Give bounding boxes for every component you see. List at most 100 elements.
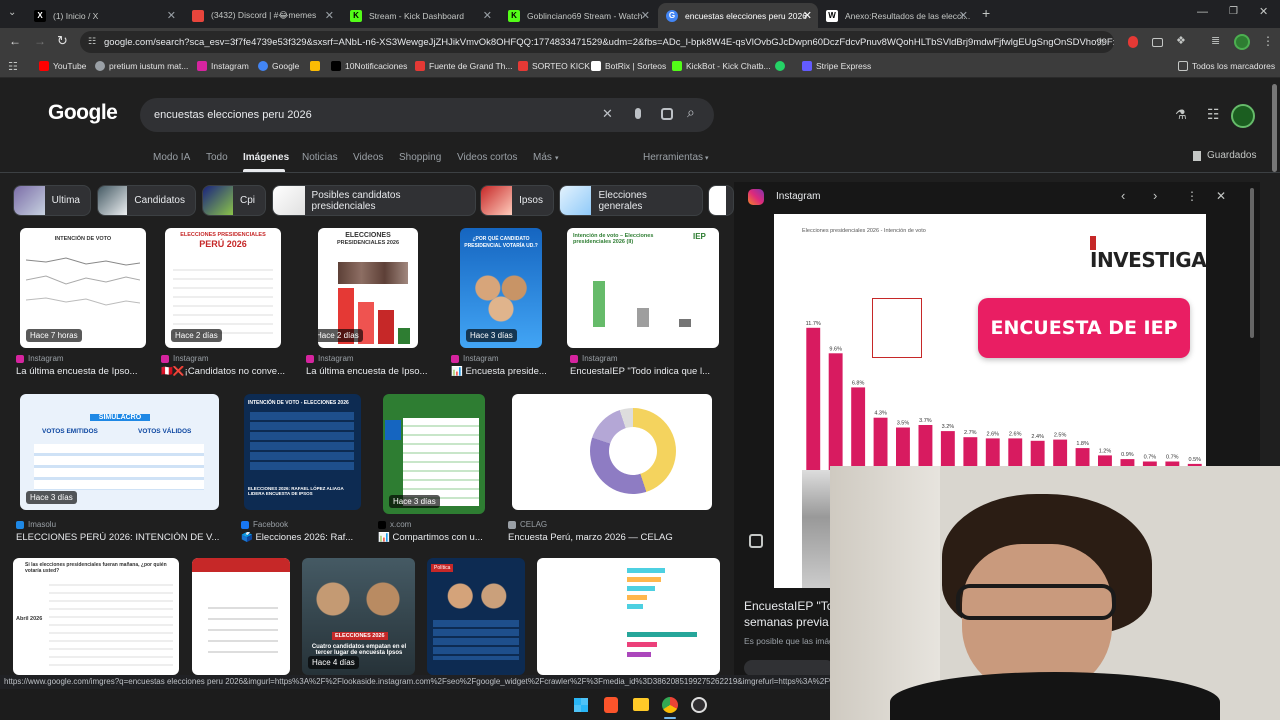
brave-browser-icon[interactable]	[604, 697, 618, 713]
media-controls-icon[interactable]: ≣	[1211, 34, 1220, 47]
result-card[interactable]: Política	[427, 558, 527, 675]
result-image[interactable]: INTENCIÓN DE VOTO - ELECCIONES 2026 ELEC…	[244, 394, 361, 510]
result-title[interactable]: ELECCIONES PERÚ 2026: INTENCIÓN DE V...	[16, 532, 230, 543]
close-icon[interactable]: ✕	[641, 9, 650, 22]
maximize-button[interactable]: ❐	[1229, 6, 1238, 17]
result-title[interactable]: Encuesta Perú, marzo 2026 — CELAG	[508, 532, 718, 543]
result-image[interactable]: INTENCIÓN DE VOTO Hace 7 horas	[20, 228, 146, 348]
close-icon[interactable]: ✕	[959, 9, 968, 22]
result-card[interactable]: ELECCIONES 2026 Cuatro candidatos empata…	[302, 558, 417, 675]
extension-record-icon[interactable]	[1128, 36, 1138, 48]
windows-start-icon[interactable]	[574, 698, 588, 712]
close-window-button[interactable]: ✕	[1259, 5, 1268, 18]
bookmark-youtube[interactable]: YouTube	[39, 61, 86, 71]
extension-icon[interactable]	[1152, 38, 1163, 47]
tab-imagenes[interactable]: Imágenes	[243, 152, 289, 163]
bookmark-notificaciones[interactable]: 10Notificaciones	[331, 61, 407, 71]
back-icon[interactable]: ←	[9, 34, 21, 48]
bookmark-instagram[interactable]: Instagram	[197, 61, 249, 71]
bookmark-app[interactable]	[310, 61, 324, 71]
result-image[interactable]: Intención de voto – Elecciones presidenc…	[567, 228, 719, 348]
address-bar[interactable]: ☷ google.com/search?sca_esv=3f7fe4739e53…	[80, 31, 1114, 53]
result-card[interactable]: SIMULACRO VOTOS EMITIDOS VOTOS VÁLIDOS H…	[13, 394, 233, 543]
panel-source[interactable]: Instagram	[776, 191, 820, 202]
result-card[interactable]: Hace 3 días x.com 📊 Compartimos con u...	[375, 394, 500, 543]
new-tab-button[interactable]: +	[982, 5, 990, 21]
bookmark-stripe[interactable]: Stripe Express	[802, 61, 871, 71]
close-panel-icon[interactable]: ✕	[1216, 189, 1226, 203]
page-scrollbar[interactable]	[1272, 84, 1277, 172]
chip-ultima[interactable]: Ultima	[13, 185, 91, 216]
tab-kick-stream[interactable]: K Goblinciano69 Stream - Watch ✕	[500, 3, 656, 28]
browser-menu-icon[interactable]: ⋮	[1262, 34, 1274, 48]
result-image[interactable]: ¿POR QUÉ CANDIDATO PRESIDENCIAL VOTARÍA …	[460, 228, 542, 348]
chip-candidatos[interactable]: Candidatos	[97, 185, 196, 216]
tab-search-dropdown-icon[interactable]: ⌄	[8, 7, 16, 18]
result-image[interactable]: SIMULACRO VOTOS EMITIDOS VOTOS VÁLIDOS H…	[20, 394, 219, 510]
bookmark-botrix[interactable]: BotRix | Sorteos	[591, 61, 666, 71]
site-info-icon[interactable]: ☷	[88, 36, 96, 47]
bookmark-sorteo-kick[interactable]: SORTEO KICK	[518, 61, 590, 71]
panel-caption[interactable]: EncuestaIEP "To	[744, 599, 833, 613]
result-card[interactable]	[192, 558, 292, 675]
result-card[interactable]: Intención de voto – Elecciones presidenc…	[567, 228, 719, 377]
all-bookmarks[interactable]: Todos los marcadores	[1178, 61, 1275, 71]
obs-icon[interactable]	[691, 697, 707, 713]
result-card[interactable]: INTENCIÓN DE VOTO - ELECCIONES 2026 ELEC…	[238, 394, 370, 543]
result-image[interactable]	[537, 558, 720, 675]
tab-wikipedia[interactable]: W Anexo:Resultados de las elecci... ✕	[818, 3, 974, 28]
chrome-icon[interactable]	[662, 697, 678, 713]
search-input[interactable]: encuestas elecciones peru 2026 ✕ ⌕	[140, 98, 714, 132]
panel-scrollbar[interactable]	[1250, 188, 1254, 338]
bookmark-whatsapp[interactable]	[775, 61, 789, 71]
result-title[interactable]: 📊 Compartimos con u...	[378, 532, 496, 543]
result-card[interactable]: ¿POR QUÉ CANDIDATO PRESIDENCIAL VOTARÍA …	[448, 228, 563, 377]
result-card[interactable]	[537, 558, 722, 675]
result-title[interactable]: 📊 Encuesta preside...	[451, 366, 561, 377]
result-image[interactable]: Política	[427, 558, 525, 675]
bookmark-pretium[interactable]: pretium iustum mat...	[95, 61, 188, 71]
next-icon[interactable]: ›	[1153, 188, 1157, 203]
result-card[interactable]: ELECCIONES PRESIDENCIALES 2026 Hace 2 dí…	[303, 228, 443, 377]
chip-cpi[interactable]: Cpi	[202, 185, 266, 216]
tab-videos-cortos[interactable]: Videos cortos	[457, 152, 517, 163]
reload-icon[interactable]: ↻	[57, 33, 68, 49]
puzzle-extensions-icon[interactable]: ❖	[1176, 34, 1186, 47]
tab-mas[interactable]: Más	[533, 152, 552, 163]
bookmark-kickbot[interactable]: KickBot - Kick Chatb...	[672, 61, 771, 71]
previous-icon[interactable]: ‹	[1121, 188, 1125, 203]
bookmark-star-icon[interactable]: ☆	[1095, 35, 1106, 49]
bookmark-grand-theft[interactable]: Fuente de Grand Th...	[415, 61, 512, 71]
tools-button[interactable]: Herramientas	[643, 152, 703, 163]
tab-noticias[interactable]: Noticias	[302, 152, 338, 163]
result-image[interactable]: ELECCIONES 2026 Cuatro candidatos empata…	[302, 558, 415, 675]
result-image[interactable]	[192, 558, 290, 675]
result-title[interactable]: 🇵🇪❌¡Candidatos no conve...	[161, 366, 289, 377]
more-options-icon[interactable]: ⋮	[1186, 189, 1198, 203]
visit-button[interactable]	[744, 660, 834, 675]
close-icon[interactable]: ✕	[325, 9, 334, 22]
result-title[interactable]: 🗳️ Elecciones 2026: Raf...	[241, 532, 366, 543]
clear-icon[interactable]: ✕	[602, 106, 613, 122]
tab-todo[interactable]: Todo	[206, 152, 228, 163]
result-title[interactable]: EncuestaIEP "Todo indica que l...	[570, 366, 716, 377]
chip-posibles-candidatos[interactable]: Posibles candidatos presidenciales	[272, 185, 476, 216]
google-logo[interactable]: Google	[48, 101, 118, 125]
close-icon[interactable]: ✕	[803, 9, 812, 22]
lens-search-icon[interactable]	[749, 534, 763, 548]
result-card[interactable]: Si las elecciones presidenciales fueran …	[13, 558, 181, 675]
result-title[interactable]: La última encuesta de Ipso...	[16, 366, 152, 377]
apps-grid-icon[interactable]: ☷	[8, 60, 18, 73]
labs-flask-icon[interactable]: ⚗	[1175, 107, 1187, 123]
chip-partial[interactable]	[708, 185, 734, 216]
voice-search-icon[interactable]	[635, 108, 641, 119]
lens-icon[interactable]	[661, 108, 673, 120]
result-image[interactable]: Hace 3 días	[383, 394, 485, 514]
result-image[interactable]	[512, 394, 712, 510]
account-avatar[interactable]	[1231, 104, 1255, 128]
result-image[interactable]: ELECCIONES PRESIDENCIALES 2026 Hace 2 dí…	[318, 228, 418, 348]
chip-elecciones-generales[interactable]: Elecciones generales	[559, 185, 703, 216]
result-image[interactable]: Si las elecciones presidenciales fueran …	[13, 558, 179, 675]
profile-avatar[interactable]	[1234, 34, 1250, 50]
tab-shopping[interactable]: Shopping	[399, 152, 441, 163]
